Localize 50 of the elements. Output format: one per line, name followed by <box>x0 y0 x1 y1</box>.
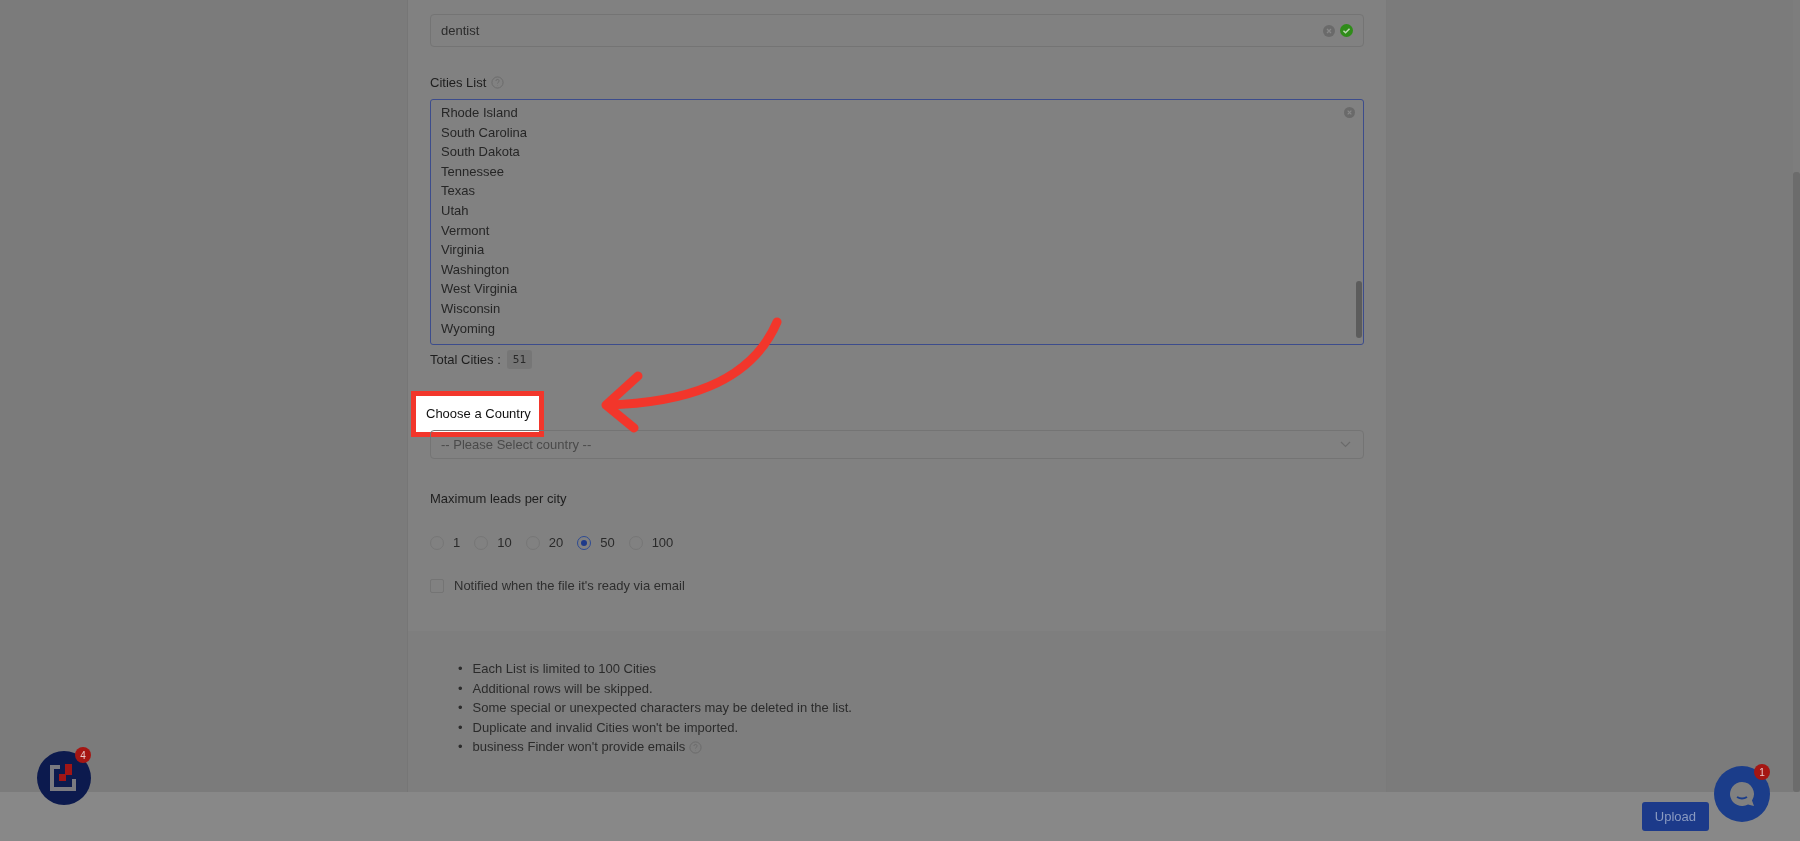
bullet: • <box>458 660 463 678</box>
bullet: • <box>458 738 463 757</box>
city-line: Tennessee <box>441 162 505 181</box>
total-cities-count: 51 <box>506 350 533 369</box>
keyword-field[interactable]: dentist <box>430 14 1364 47</box>
bullet: • <box>458 699 463 718</box>
upload-button[interactable]: Upload <box>1641 802 1709 831</box>
scrollbar-thumb[interactable] <box>1356 281 1362 338</box>
notification-badge: 1 <box>1754 764 1770 780</box>
city-line: West Virginia <box>441 280 519 299</box>
leads-radio-option[interactable]: 20 <box>525 535 564 550</box>
radio-label: 10 <box>497 535 512 550</box>
note-text: Additional rows will be skipped. <box>472 679 653 698</box>
radio-label: 50 <box>600 535 615 550</box>
leads-radio-option[interactable]: 100 <box>628 535 674 550</box>
radio-label: 20 <box>548 535 564 550</box>
note-text: Duplicate and invalid Cities won't be imported. <box>472 718 739 737</box>
city-line: South Carolina <box>441 123 528 142</box>
city-line: Vermont <box>441 221 491 240</box>
notification-badge: 4 <box>75 747 91 763</box>
city-line: Texas <box>441 182 476 201</box>
city-line: Utah <box>441 201 470 220</box>
bullet: • <box>458 718 463 737</box>
note-text: Some special or unexpected characters may be deleted in the list. <box>472 699 852 718</box>
square-logo-icon <box>48 763 78 793</box>
city-line: Virginia <box>441 241 486 260</box>
leads-radio-option[interactable]: 50 <box>577 535 615 550</box>
cities-textarea[interactable]: Rhode Island South Carolina South Dakota Tennessee Texas Utah Vermont Virginia Washington West Virginia Wisconsin Wyoming <box>430 99 1364 345</box>
city-line: Rhode Island <box>441 104 519 122</box>
note-text: Each List is limited to 100 Cities <box>472 660 657 678</box>
city-line: Wyoming <box>441 319 497 338</box>
max-leads-label: Maximum leads per city <box>430 490 567 506</box>
leads-radio-option[interactable]: 1 <box>430 535 461 550</box>
total-cities-label: Total Cities : <box>430 352 501 367</box>
cities-list-label: Cities List <box>430 74 487 90</box>
notify-label: Notified when the file it's ready via email <box>454 578 685 593</box>
note-text: business Finder won't provide emails <box>472 738 686 757</box>
country-label: Choose a Country <box>411 391 544 437</box>
bullet: • <box>458 679 463 698</box>
chat-bubble-icon <box>1728 780 1756 808</box>
city-line: Washington <box>441 260 511 279</box>
city-line: South Dakota <box>441 143 521 162</box>
clear-icon[interactable] <box>1344 107 1355 118</box>
radio-label: 100 <box>651 535 674 550</box>
chat-launcher[interactable]: 1 <box>1714 766 1770 822</box>
radio-label: 1 <box>453 535 461 550</box>
clear-icon[interactable] <box>1323 24 1335 37</box>
city-line: Wisconsin <box>441 299 502 318</box>
page-scrollbar-thumb[interactable] <box>1793 172 1800 792</box>
leads-radio-option[interactable]: 10 <box>474 535 512 550</box>
